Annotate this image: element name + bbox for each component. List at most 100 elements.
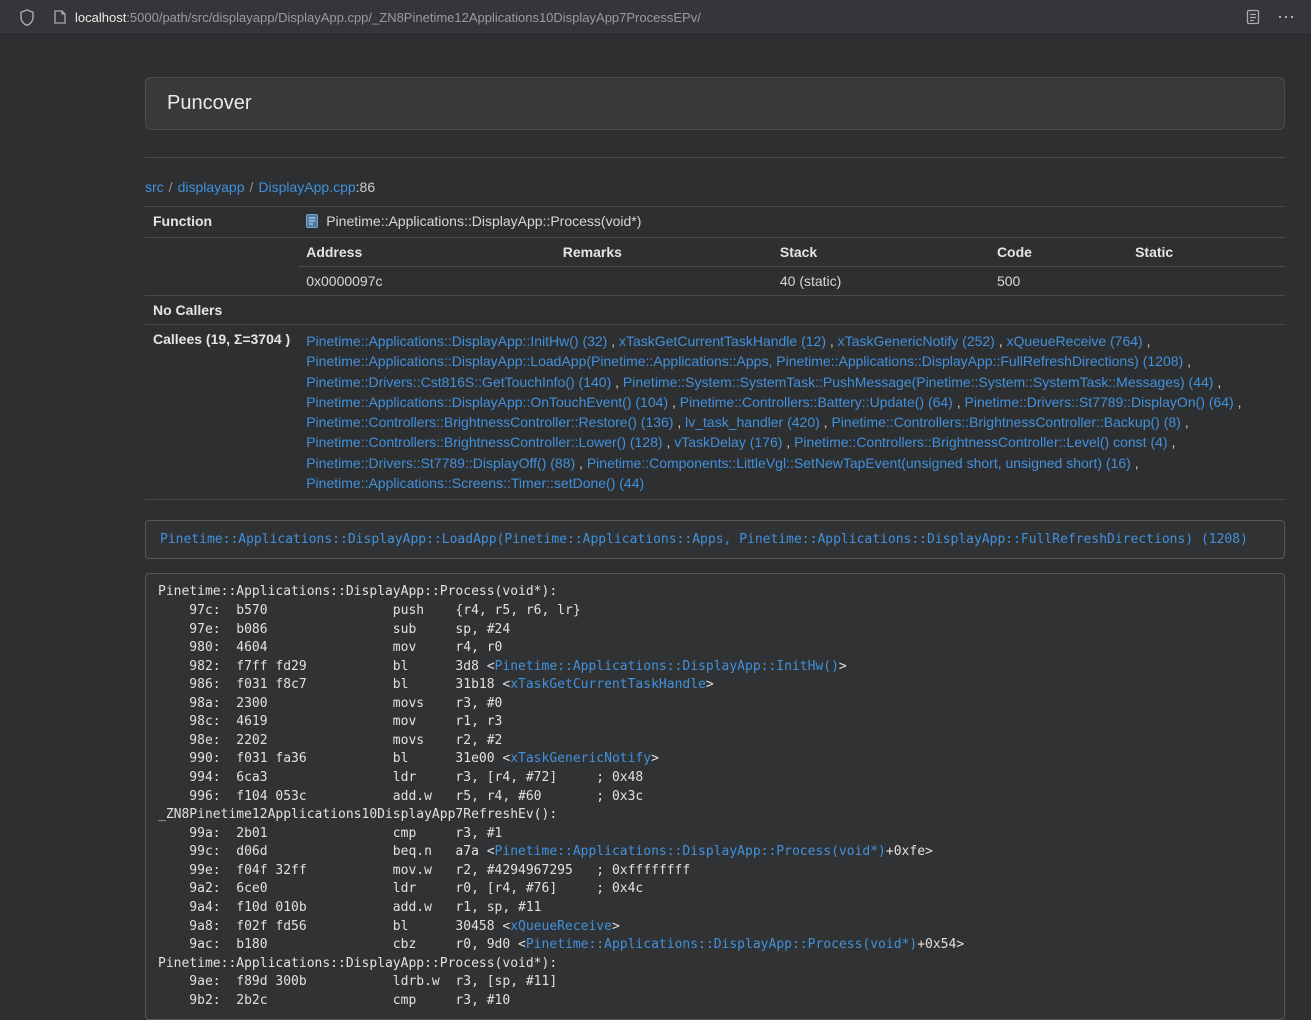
callee-link[interactable]: Pinetime::Controllers::BrightnessControl… [831, 414, 1180, 430]
callee-link[interactable]: Pinetime::Controllers::BrightnessControl… [794, 434, 1167, 450]
reader-mode-icon[interactable] [1246, 9, 1260, 25]
column-address: Address [298, 238, 555, 267]
function-label: Function [145, 207, 298, 238]
asm-text: +0xfe> [886, 844, 933, 859]
callee-separator: , [1183, 353, 1191, 369]
asm-text: 99e: f04f 32ff mov.w r2, #4294967295 ; 0… [158, 863, 690, 878]
callee-link[interactable]: Pinetime::Drivers::St7789::DisplayOff() … [306, 455, 575, 471]
url-path: :5000/path/src/displayapp/DisplayApp.cpp… [126, 10, 701, 25]
callee-separator: , [1168, 434, 1176, 450]
callee-link[interactable]: vTaskDelay (176) [674, 434, 782, 450]
breadcrumb-link-file[interactable]: DisplayApp.cpp [258, 179, 355, 195]
symbol-link[interactable]: Pinetime::Applications::DisplayApp::Proc… [526, 937, 917, 952]
callee-separator: , [953, 394, 965, 410]
callee-link[interactable]: Pinetime::Controllers::BrightnessControl… [306, 414, 673, 430]
asm-text: _ZN8Pinetime12Applications10DisplayApp7R… [158, 807, 557, 822]
callee-link[interactable]: xTaskGetCurrentTaskHandle (12) [619, 333, 826, 349]
callee-separator: , [668, 394, 680, 410]
symbol-link[interactable]: xQueueReceive [510, 919, 612, 934]
asm-text: 9b2: 2b2c cmp r3, #10 [158, 993, 510, 1008]
asm-text: 9a4: f10d 010b add.w r1, sp, #11 [158, 900, 542, 915]
asm-text: 980: 4604 mov r4, r0 [158, 640, 502, 655]
asm-text: 99a: 2b01 cmp r3, #1 [158, 826, 502, 841]
callee-separator: , [673, 414, 685, 430]
empty-label-cell [145, 238, 298, 296]
stat-static [1127, 267, 1285, 296]
callee-link[interactable]: xTaskGenericNotify (252) [838, 333, 995, 349]
asm-text: 9a2: 6ce0 ldr r0, [r4, #76] ; 0x4c [158, 881, 643, 896]
asm-text: > [612, 919, 620, 934]
function-icon [306, 214, 318, 231]
asm-text: 98c: 4619 mov r1, r3 [158, 714, 502, 729]
divider [145, 157, 1285, 158]
browser-toolbar: localhost:5000/path/src/displayapp/Displ… [0, 0, 1311, 35]
breadcrumb-link-src[interactable]: src [145, 179, 164, 195]
symbol-table: Function Pinetime::Applications::Display… [145, 206, 1285, 500]
callee-separator: , [782, 434, 794, 450]
symbol-link[interactable]: Pinetime::Applications::DisplayApp::Proc… [495, 844, 886, 859]
stats-cell: Address Remarks Stack Code Static 0x0000… [298, 238, 1285, 296]
callee-link[interactable]: Pinetime::Components::LittleVgl::SetNewT… [587, 455, 1131, 471]
callee-link[interactable]: Pinetime::Applications::DisplayApp::Init… [306, 333, 607, 349]
symbol-link[interactable]: xTaskGetCurrentTaskHandle [510, 677, 706, 692]
callee-separator: , [820, 414, 832, 430]
callee-link[interactable]: Pinetime::System::SystemTask::PushMessag… [623, 374, 1214, 390]
highlighted-symbol[interactable]: Pinetime::Applications::DisplayApp::Load… [145, 520, 1285, 559]
shield-icon[interactable] [19, 9, 35, 26]
asm-text: 98a: 2300 movs r3, #0 [158, 696, 502, 711]
callee-link[interactable]: Pinetime::Applications::DisplayApp::Load… [306, 353, 1183, 369]
callee-link[interactable]: xQueueReceive (764) [1007, 333, 1143, 349]
callee-separator: , [1181, 414, 1189, 430]
callee-link[interactable]: Pinetime::Controllers::Battery::Update()… [680, 394, 953, 410]
breadcrumb-separator: / [245, 179, 259, 195]
function-name: Pinetime::Applications::DisplayApp::Proc… [326, 213, 641, 229]
callee-link[interactable]: Pinetime::Drivers::Cst816S::GetTouchInfo… [306, 374, 611, 390]
breadcrumb: src/displayapp/DisplayApp.cpp:86 [145, 179, 1285, 195]
callee-separator: , [1131, 455, 1139, 471]
asm-text: 9a8: f02f fd56 bl 30458 < [158, 919, 510, 934]
callee-link[interactable]: Pinetime::Drivers::St7789::DisplayOn() (… [965, 394, 1234, 410]
stat-remarks [555, 267, 772, 296]
breadcrumb-separator: / [164, 179, 178, 195]
asm-text: 97e: b086 sub sp, #24 [158, 622, 510, 637]
symbol-link[interactable]: Pinetime::Applications::DisplayApp::Init… [495, 659, 839, 674]
line-number: :86 [356, 179, 375, 195]
function-row: Function Pinetime::Applications::Display… [145, 207, 1285, 238]
callee-link[interactable]: Pinetime::Controllers::BrightnessControl… [306, 434, 662, 450]
stats-table: Address Remarks Stack Code Static 0x0000… [298, 238, 1285, 295]
no-callers-row: No Callers [145, 296, 1285, 325]
asm-text: 98e: 2202 movs r2, #2 [158, 733, 502, 748]
callee-separator: , [611, 374, 623, 390]
asm-text: Pinetime::Applications::DisplayApp::Proc… [158, 584, 557, 599]
symbol-link[interactable]: xTaskGenericNotify [510, 751, 651, 766]
callee-link[interactable]: Pinetime::Applications::Screens::Timer::… [306, 475, 644, 491]
asm-text: > [839, 659, 847, 674]
asm-text: 9ae: f89d 300b ldrb.w r3, [sp, #11] [158, 974, 557, 989]
asm-text: 9ac: b180 cbz r0, 9d0 < [158, 937, 526, 952]
page-icon [54, 10, 66, 24]
url-host: localhost [75, 10, 126, 25]
column-static: Static [1127, 238, 1285, 267]
app-header: Puncover [145, 77, 1285, 130]
asm-text: 994: 6ca3 ldr r3, [r4, #72] ; 0x48 [158, 770, 643, 785]
callee-separator: , [995, 333, 1007, 349]
callee-link[interactable]: Pinetime::Applications::DisplayApp::OnTo… [306, 394, 668, 410]
page-title: Puncover [167, 92, 252, 114]
column-remarks: Remarks [555, 238, 772, 267]
stat-code: 500 [989, 267, 1127, 296]
asm-text: Pinetime::Applications::DisplayApp::Proc… [158, 956, 557, 971]
no-callers-cell [298, 296, 1285, 325]
url-bar[interactable]: localhost:5000/path/src/displayapp/Displ… [54, 10, 1236, 25]
asm-text: 99c: d06d beq.n a7a < [158, 844, 495, 859]
callee-link[interactable]: lv_task_handler (420) [685, 414, 820, 430]
asm-text: 982: f7ff fd29 bl 3d8 < [158, 659, 495, 674]
callees-label: Callees (19, Σ=3704 ) [145, 325, 298, 500]
breadcrumb-link-displayapp[interactable]: displayapp [178, 179, 245, 195]
disassembly: Pinetime::Applications::DisplayApp::Proc… [145, 573, 1285, 1020]
callee-separator: , [1213, 374, 1221, 390]
column-code: Code [989, 238, 1127, 267]
stats-header-row: Address Remarks Stack Code Static [298, 238, 1285, 267]
menu-icon[interactable]: ⋯ [1277, 8, 1296, 26]
asm-text: 996: f104 053c add.w r5, r4, #60 ; 0x3c [158, 789, 643, 804]
stats-value-row: 0x0000097c 40 (static) 500 [298, 267, 1285, 296]
